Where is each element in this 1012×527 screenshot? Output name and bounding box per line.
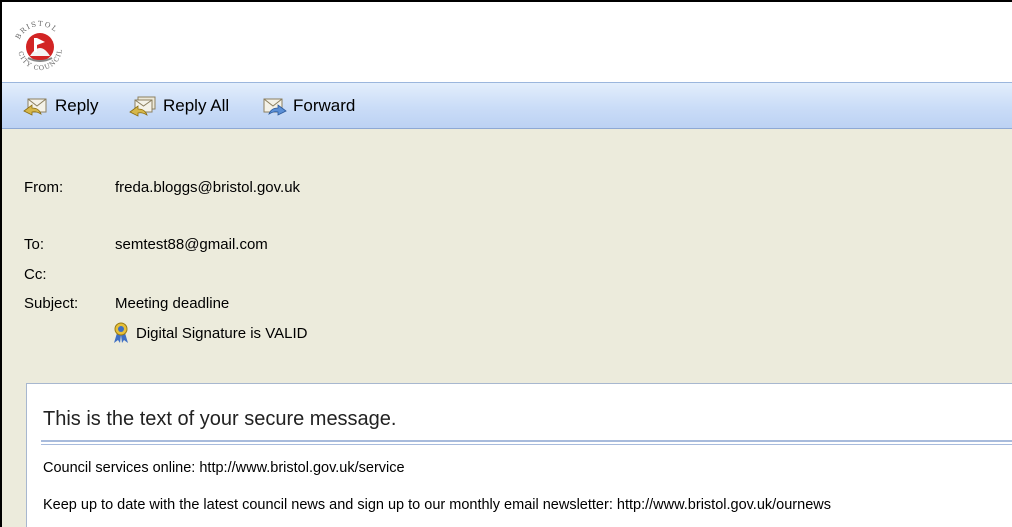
forward-button[interactable]: Forward [261,93,355,119]
message-toolbar: Reply Reply All Forward [2,82,1012,129]
forward-label: Forward [293,96,356,115]
reply-all-label: Reply All [163,96,230,115]
to-label: To: [24,236,45,253]
subject-label: Subject: [24,295,79,312]
digital-signature-status[interactable]: Digital Signature is VALID [112,322,307,344]
digital-signature-text: Digital Signature is VALID [136,324,308,342]
to-value: semtest88@gmail.com [115,236,268,253]
cc-label: Cc: [24,266,47,283]
title-divider [41,440,1012,442]
ribbon-badge-icon [114,322,128,343]
council-logo: BRISTOL CITY COUNCIL [8,14,72,78]
from-label: From: [24,179,64,196]
reply-label: Reply [55,96,99,115]
message-title: This is the text of your secure message. [43,408,397,430]
forward-icon [263,98,287,116]
message-line: Council services online: http://www.bris… [43,460,405,476]
from-value: freda.bloggs@bristol.gov.uk [115,179,301,196]
logo-bar: BRISTOL CITY COUNCIL [2,2,1012,83]
email-window: BRISTOL CITY COUNCIL Reply Reply All For… [0,0,1012,527]
reply-button[interactable]: Reply [23,93,98,119]
message-line: Keep up to date with the latest council … [43,497,831,513]
message-body: This is the text of your secure message.… [26,383,1012,527]
title-divider-thin [41,444,1012,445]
reply-icon [23,98,47,116]
reply-all-icon [129,96,156,117]
reply-all-button[interactable]: Reply All [129,93,229,119]
subject-value: Meeting deadline [115,295,230,312]
